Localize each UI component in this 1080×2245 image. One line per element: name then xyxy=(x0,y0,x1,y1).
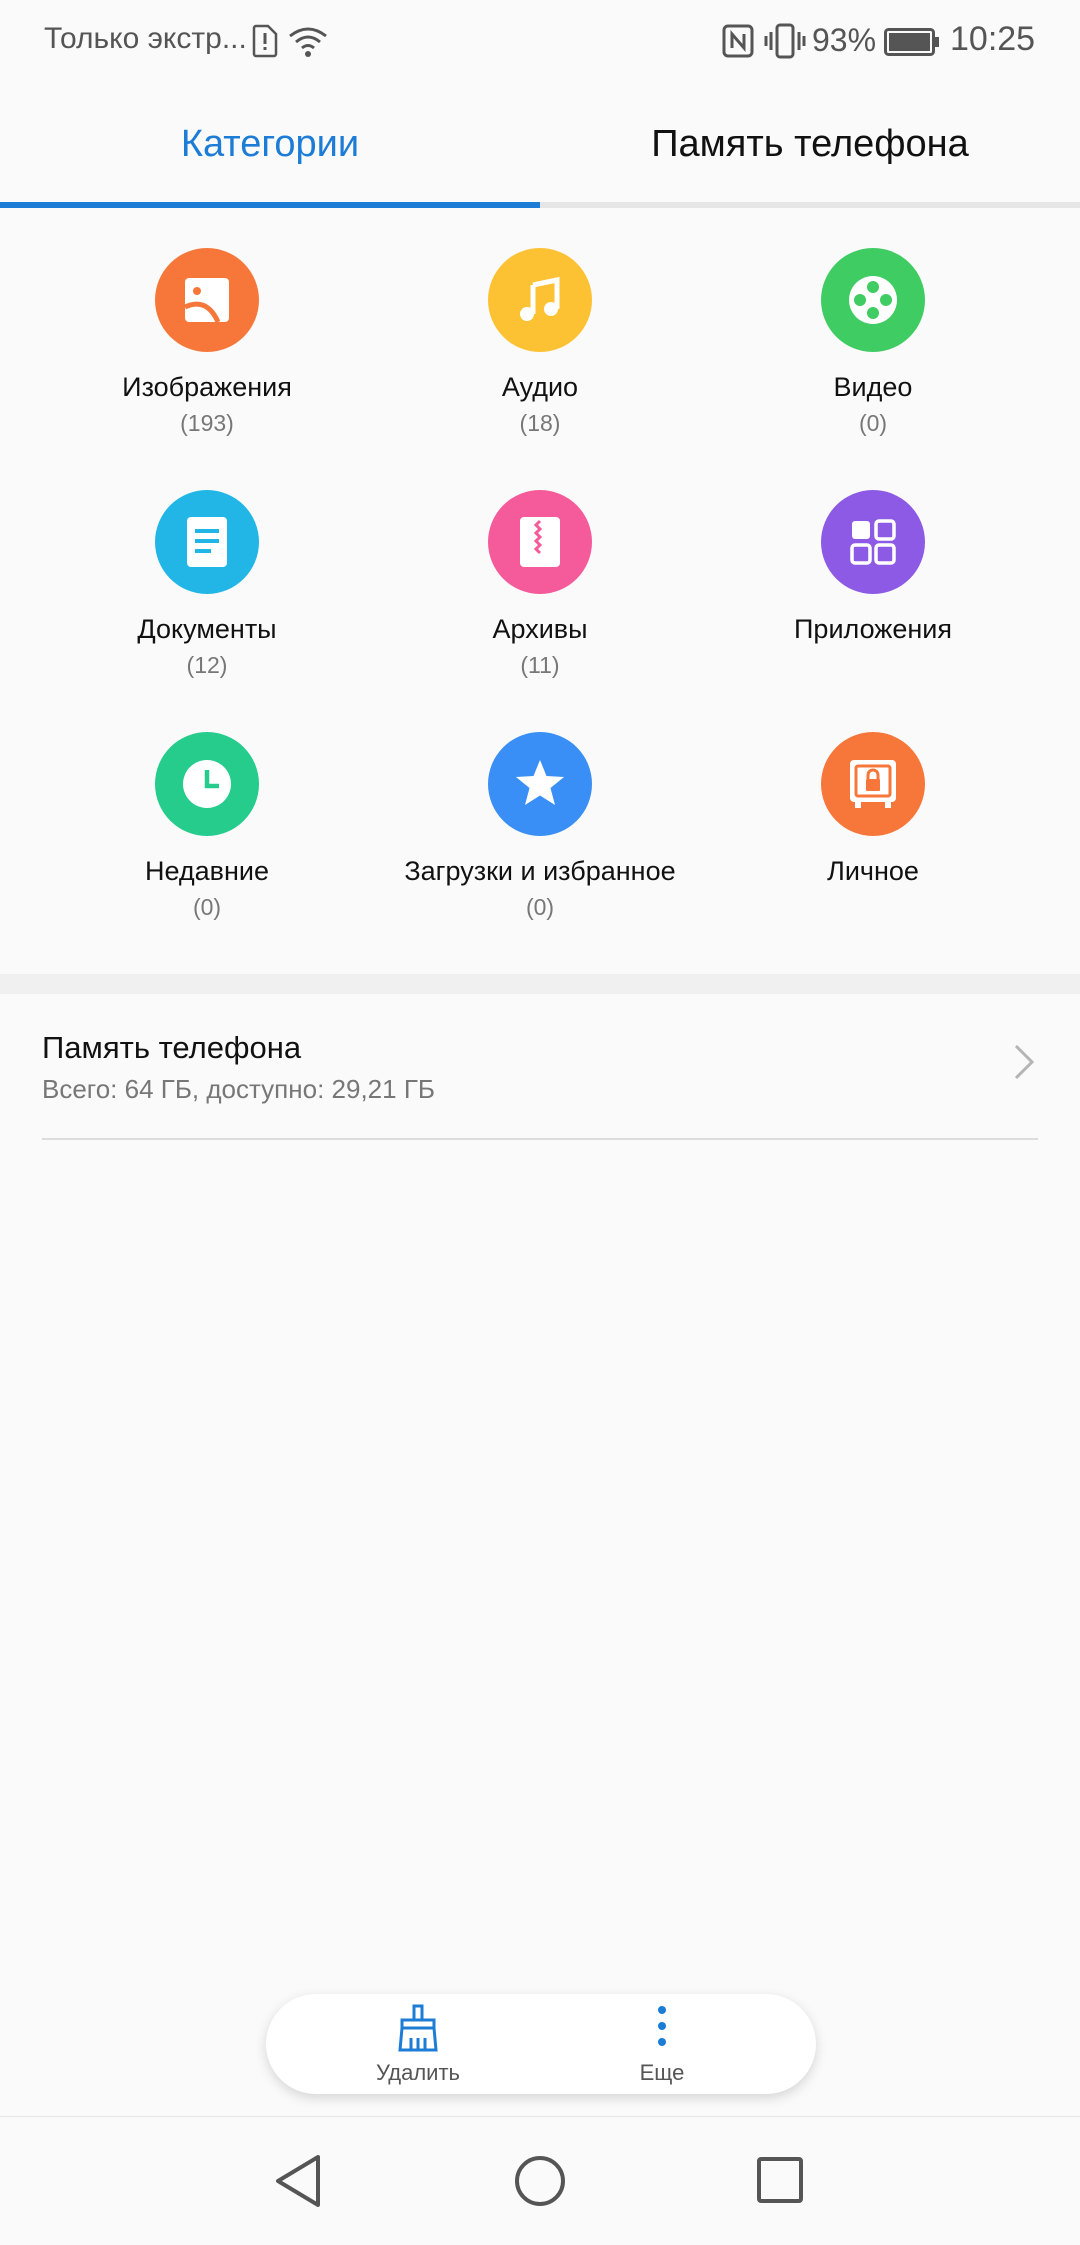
category-label: Документы xyxy=(137,614,277,644)
apps-grid-icon xyxy=(821,490,925,594)
category-private[interactable]: Личное xyxy=(693,692,1053,934)
music-icon xyxy=(488,248,592,352)
archive-icon xyxy=(488,490,592,594)
more-vertical-icon xyxy=(658,2006,666,2046)
category-count: (18) xyxy=(519,410,561,436)
phone-memory-title: Память телефона xyxy=(42,1030,302,1065)
category-video[interactable]: Видео (0) xyxy=(693,208,1053,450)
broom-icon xyxy=(398,2004,438,2052)
tab-categories[interactable]: Категории xyxy=(0,86,540,202)
battery-icon xyxy=(884,28,939,56)
home-icon[interactable] xyxy=(510,2153,570,2209)
category-label: Видео xyxy=(833,372,913,402)
vibrate-icon xyxy=(764,23,806,59)
category-count: (12) xyxy=(186,652,228,678)
back-icon[interactable] xyxy=(270,2153,330,2209)
phone-memory-summary: Всего: 64 ГБ, доступно: 29,21 ГБ xyxy=(42,1074,435,1104)
category-count: (0) xyxy=(858,410,888,436)
category-apps[interactable]: Приложения xyxy=(693,450,1053,692)
category-label: Недавние xyxy=(144,856,270,886)
category-count: (0) xyxy=(192,894,222,920)
category-label: Изображения xyxy=(122,372,292,402)
more-label: Еще xyxy=(639,2060,685,2085)
delete-button[interactable]: Удалить xyxy=(318,1994,518,2094)
category-recent[interactable]: Недавние (0) xyxy=(27,692,387,934)
clock-time: 10:25 xyxy=(950,20,1036,58)
category-archives[interactable]: Архивы (11) xyxy=(360,450,720,692)
sim-alert-icon xyxy=(252,24,278,58)
delete-label: Удалить xyxy=(376,2060,460,2085)
category-audio[interactable]: Аудио (18) xyxy=(360,208,720,450)
video-reel-icon xyxy=(821,248,925,352)
image-icon xyxy=(155,248,259,352)
battery-percent: 93% xyxy=(812,22,877,58)
star-icon xyxy=(488,732,592,836)
category-label: Архивы xyxy=(492,614,588,644)
system-nav-bar xyxy=(0,2116,1080,2245)
category-grid: Изображения (193) Аудио (18) Видео (0) Д… xyxy=(0,208,1080,968)
carrier-label: Только экстр... xyxy=(44,22,247,55)
section-divider xyxy=(0,974,1080,994)
category-label: Приложения xyxy=(794,614,952,644)
more-button[interactable]: Еще xyxy=(562,1994,762,2094)
category-count: (11) xyxy=(520,652,560,678)
recent-apps-icon[interactable] xyxy=(750,2153,810,2209)
category-count: (0) xyxy=(525,894,555,920)
category-images[interactable]: Изображения (193) xyxy=(27,208,387,450)
bottom-action-bar: Удалить Еще xyxy=(266,1994,816,2094)
safe-icon xyxy=(821,732,925,836)
category-documents[interactable]: Документы (12) xyxy=(27,450,387,692)
tab-phone-memory[interactable]: Память телефона xyxy=(540,86,1080,202)
category-count: (193) xyxy=(180,410,234,436)
category-label: Личное xyxy=(827,856,919,886)
nfc-icon xyxy=(722,24,754,58)
category-label: Загрузки и избранное xyxy=(404,856,676,886)
chevron-right-icon xyxy=(1014,1044,1035,1080)
category-label: Аудио xyxy=(501,372,579,402)
phone-memory-row[interactable]: Память телефона Всего: 64 ГБ, доступно: … xyxy=(0,994,1080,1140)
category-downloads-favorites[interactable]: Загрузки и избранное (0) xyxy=(360,692,720,934)
tab-bar: Категории Память телефона xyxy=(0,86,1080,208)
wifi-icon xyxy=(289,27,327,57)
clock-icon xyxy=(155,732,259,836)
status-bar: Только экстр... 93% 10:25 xyxy=(0,0,1080,86)
document-icon xyxy=(155,490,259,594)
row-divider xyxy=(42,1138,1038,1140)
